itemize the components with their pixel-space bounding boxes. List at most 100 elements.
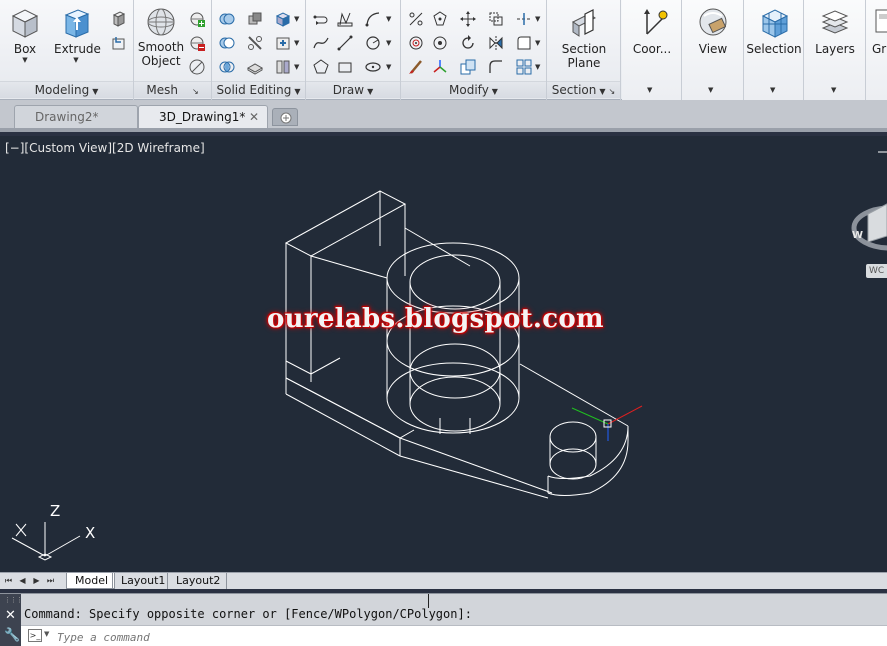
move-button[interactable] — [457, 8, 477, 28]
doc-tab-3d-drawing1[interactable]: 3D_Drawing1* ✕ — [138, 105, 268, 128]
thicken-button[interactable] — [244, 56, 264, 76]
interfere-icon — [248, 12, 262, 25]
intersect-button[interactable] — [216, 56, 236, 76]
extract-edges-button[interactable] — [272, 8, 292, 28]
trim-button[interactable] — [513, 8, 533, 28]
chevron-down-icon[interactable]: ▼ — [647, 86, 652, 94]
layout-tab-layout1[interactable]: Layout1 — [112, 573, 171, 589]
fillet-edge-button[interactable] — [513, 32, 533, 52]
line-button[interactable] — [334, 32, 354, 52]
rectangle-icon — [338, 62, 352, 73]
chevron-down-icon: ▼ — [599, 87, 606, 96]
circle-button[interactable] — [362, 32, 382, 52]
layers-button[interactable]: Layers — [808, 6, 862, 56]
mirror-button[interactable] — [485, 32, 505, 52]
view-button[interactable]: View — [686, 6, 740, 56]
3d-move-icon — [433, 11, 447, 26]
command-input[interactable] — [57, 629, 857, 645]
chevron-down-icon[interactable]: ▼ — [294, 63, 299, 71]
modify-panel-title[interactable]: Modify ▼ — [401, 81, 546, 98]
polygon-button[interactable] — [310, 56, 330, 76]
extrude-faces-button[interactable] — [310, 8, 330, 28]
drawing-viewport[interactable]: [−][Custom View][2D Wireframe] Z X W WC … — [0, 136, 887, 572]
layout-tab-layout2[interactable]: Layout2 — [167, 573, 228, 589]
offset-edge-button[interactable] — [272, 32, 292, 52]
section-panel-title[interactable]: Section ▼ ↘ — [547, 81, 620, 98]
watermark-text: ourelabs.blogspot.com — [267, 304, 604, 334]
grip-icon[interactable]: ⋮⋮⋮ — [4, 596, 23, 604]
first-layout-icon[interactable]: ⏮ — [3, 574, 14, 588]
selection-button[interactable]: Selection — [746, 6, 802, 56]
chevron-down-icon[interactable]: ▼ — [535, 39, 540, 47]
union-button[interactable] — [216, 8, 236, 28]
chevron-down-icon[interactable]: ▼ — [294, 39, 299, 47]
object-label: Object — [141, 54, 181, 68]
smooth-more-button[interactable] — [186, 8, 206, 28]
chevron-down-icon[interactable]: ▼ — [386, 39, 391, 47]
3d-rotate-button[interactable] — [429, 32, 449, 52]
prompt-icon[interactable]: >_ — [28, 629, 42, 642]
refine-mesh-button[interactable] — [186, 56, 206, 76]
solid-history-button[interactable] — [108, 32, 128, 52]
separate-icon — [276, 60, 290, 74]
command-cursor — [428, 594, 429, 608]
match-properties-button[interactable] — [405, 56, 425, 76]
prev-layout-icon[interactable]: ◀ — [17, 574, 28, 588]
groups-button[interactable]: Gr — [872, 6, 887, 56]
box-button[interactable]: Box ▼ — [6, 6, 44, 64]
next-layout-icon[interactable]: ▶ — [31, 574, 42, 588]
chevron-down-icon[interactable]: ▼ — [535, 15, 540, 23]
presspull-icon — [112, 11, 126, 27]
close-icon[interactable]: ✕ — [5, 608, 16, 623]
helix-button[interactable] — [334, 8, 354, 28]
chevron-down-icon[interactable]: ▼ — [770, 86, 775, 94]
smooth-object-button[interactable]: Smooth Object — [136, 6, 186, 68]
chevron-down-icon[interactable]: ▼ — [386, 15, 391, 23]
new-tab-button[interactable] — [272, 108, 298, 126]
last-layout-icon[interactable]: ⏭ — [45, 574, 56, 588]
chevron-down-icon[interactable]: ▼ — [44, 630, 49, 638]
wrench-icon[interactable]: 🔧 — [4, 628, 20, 643]
viewcube-west-label: W — [852, 230, 864, 241]
extrude-button[interactable]: Extrude ▼ — [54, 6, 101, 64]
move-icon — [460, 11, 476, 27]
gizmo-button[interactable] — [405, 32, 425, 52]
layout-tab-model[interactable]: Model — [66, 573, 116, 589]
presspull-button[interactable] — [108, 8, 128, 28]
3d-align-button[interactable] — [429, 56, 449, 76]
modeling-panel-title[interactable]: Modeling ▼ — [0, 81, 133, 98]
subtract-button[interactable] — [216, 32, 236, 52]
fillet-button[interactable] — [485, 56, 505, 76]
smooth-less-button[interactable] — [186, 32, 206, 52]
solid-editing-panel-title[interactable]: Solid Editing ▼ — [212, 81, 305, 98]
stretch-button[interactable] — [485, 8, 505, 28]
spline-button[interactable] — [310, 32, 330, 52]
command-history-text: Command: Specify opposite corner or [Fen… — [24, 607, 472, 621]
chevron-down-icon[interactable]: ▼ — [535, 63, 540, 71]
chevron-down-icon[interactable]: ▼ — [708, 86, 713, 94]
fillet-edge-icon — [517, 36, 531, 50]
scale-button[interactable] — [405, 8, 425, 28]
ellipse-button[interactable] — [362, 56, 382, 76]
copy-button[interactable] — [457, 56, 477, 76]
interfere-button[interactable] — [244, 8, 264, 28]
close-icon[interactable]: ✕ — [249, 106, 259, 128]
viewcube[interactable]: W WC — [850, 186, 887, 278]
chevron-down-icon[interactable]: ▼ — [386, 63, 391, 71]
arc-icon — [365, 12, 380, 27]
slice-button[interactable] — [244, 32, 264, 52]
chevron-down-icon[interactable]: ▼ — [831, 86, 836, 94]
rectangle-button[interactable] — [334, 56, 354, 76]
chevron-down-icon[interactable]: ▼ — [294, 15, 299, 23]
separate-button[interactable] — [272, 56, 292, 76]
coordinates-button[interactable]: Coor... — [626, 6, 678, 56]
3d-move-button[interactable] — [429, 8, 449, 28]
doc-tab-drawing2[interactable]: Drawing2* — [14, 105, 138, 128]
arc-button[interactable] — [362, 8, 382, 28]
mesh-panel-title[interactable]: Mesh ↘ — [134, 81, 211, 98]
draw-panel-title[interactable]: Draw ▼ — [306, 81, 400, 98]
section-plane-button[interactable]: Section Plane — [553, 8, 615, 70]
wcs-menu[interactable]: WC — [866, 264, 887, 278]
rotate-button[interactable] — [457, 32, 477, 52]
array-button[interactable] — [513, 56, 533, 76]
